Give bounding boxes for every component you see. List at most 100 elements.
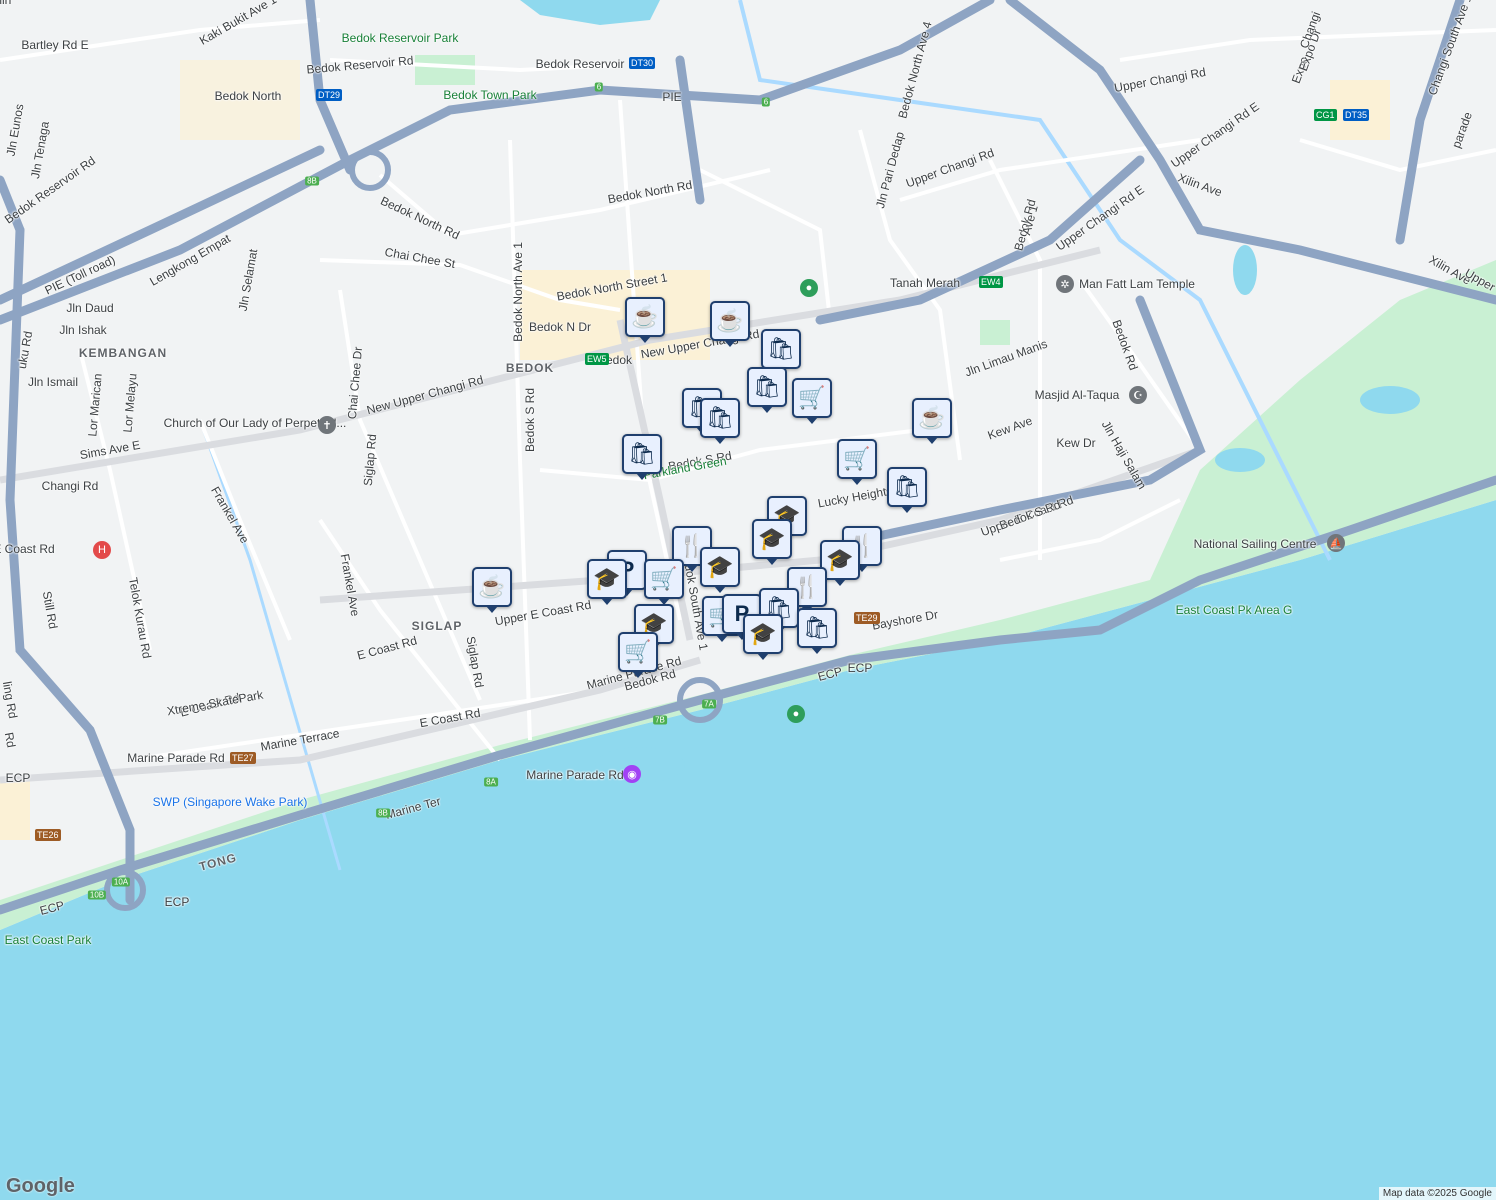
map-attribution[interactable]: Map data ©2025 Google <box>1378 1187 1496 1200</box>
hospital-icon[interactable]: H <box>93 541 111 559</box>
map-label: Changi Rd <box>41 479 99 493</box>
shopping-bag-icon: 🛍 <box>803 615 831 640</box>
map-label: PIE <box>662 90 682 104</box>
cafe-marker[interactable]: ☕ <box>472 567 512 613</box>
shopping-bag-icon: 🛍 <box>628 441 656 466</box>
park-icon[interactable]: ● <box>800 279 818 297</box>
expressway-exit-badge: 8A <box>484 777 498 787</box>
station-code-badge[interactable]: CG1 <box>1314 109 1337 121</box>
map-label: Masjid Al-Taqua <box>1034 388 1120 402</box>
map-label: Jln Daud <box>66 301 114 315</box>
map-label: KEMBANGAN <box>78 346 168 360</box>
mosque-icon[interactable]: ☪ <box>1129 386 1147 404</box>
map-label: SIGLAP <box>411 619 463 633</box>
map-label: Marine Parade Rd <box>127 751 225 765</box>
school-icon: 🎓 <box>826 547 854 572</box>
station-code-badge[interactable]: DT35 <box>1343 109 1370 121</box>
map-label: ECP <box>164 895 190 909</box>
map-label: East Coast Park <box>4 933 92 947</box>
map-label: Jln Ismail <box>27 375 79 389</box>
station-code-badge[interactable]: DT29 <box>316 89 343 101</box>
station-code-badge[interactable]: TE26 <box>35 829 61 841</box>
school-icon: 🎓 <box>749 621 777 646</box>
map-label: Man Fatt Lam Temple <box>1079 277 1195 291</box>
map-label: Bedok North Ave 1 <box>511 242 525 342</box>
cafe-icon: ☕ <box>631 304 659 329</box>
cafe-marker[interactable]: ☕ <box>625 297 665 343</box>
sailing-icon[interactable]: ⛵ <box>1327 534 1345 552</box>
shopping-bag-icon: 🛍 <box>893 474 921 499</box>
school-marker[interactable]: 🎓 <box>587 559 627 605</box>
map-canvas[interactable]: Bartley Rd E Kaki Bukit Ave 1 Bedok Reserv… <box>0 0 1496 1200</box>
expressway-exit-badge: 10B <box>87 890 107 900</box>
shopping-cart-icon: 🛒 <box>624 639 652 664</box>
map-label: ECP <box>847 661 873 675</box>
map-label: Bedok S Rd <box>523 387 537 453</box>
google-logo: Google <box>6 1175 75 1197</box>
map-label: Bedok Reservoir <box>535 57 625 71</box>
map-label: National Sailing Centre <box>1193 537 1317 551</box>
cafe-marker[interactable]: ☕ <box>710 301 750 347</box>
map-label: Rd <box>1 731 19 749</box>
map-label: ECP <box>5 771 31 785</box>
shopping-bag-icon: 🛍 <box>706 405 734 430</box>
school-icon: 🎓 <box>593 566 621 591</box>
shopping-cart-marker[interactable]: 🛒 <box>644 559 684 605</box>
school-marker[interactable]: 🎓 <box>743 614 783 660</box>
map-label: East Coast Pk Area G <box>1175 603 1293 617</box>
school-icon: 🎓 <box>758 526 786 551</box>
temple-icon[interactable]: ✲ <box>1056 275 1074 293</box>
expressway-exit-badge: 8B <box>305 176 319 186</box>
expressway-exit-badge: 7B <box>653 715 667 725</box>
map-label: SWP (Singapore Wake Park) <box>152 795 308 809</box>
school-marker[interactable]: 🎓 <box>700 547 740 593</box>
shopping-cart-icon: 🛒 <box>650 566 678 591</box>
map-label: BEDOK <box>505 361 555 375</box>
cafe-icon: ☕ <box>478 574 506 599</box>
cafe-icon: ☕ <box>918 405 946 430</box>
expressway-exit-badge: 6 <box>594 82 604 92</box>
station-code-badge[interactable]: EW5 <box>585 353 609 365</box>
map-label: Jln Ishak <box>59 323 107 337</box>
shopping-bag-marker[interactable]: 🛍 <box>797 608 837 654</box>
map-label: Bedok Town Park <box>443 88 537 102</box>
expressway-exit-badge: 10A <box>111 877 131 887</box>
pie-expressway <box>0 0 995 325</box>
map-label: Bedok Reservoir Park <box>341 31 459 45</box>
shopping-cart-marker[interactable]: 🛒 <box>837 439 877 485</box>
shopping-cart-marker[interactable]: 🛒 <box>792 378 832 424</box>
shopping-cart-marker[interactable]: 🛒 <box>618 632 658 678</box>
shopping-bag-marker[interactable]: 🛍 <box>700 398 740 444</box>
school-marker[interactable]: 🎓 <box>752 519 792 565</box>
map-label: Bartley Rd E <box>21 38 89 52</box>
cafe-marker[interactable]: ☕ <box>912 398 952 444</box>
shopping-bag-icon: 🛍 <box>767 336 795 361</box>
park-icon[interactable]: ● <box>787 705 805 723</box>
shopping-bag-marker[interactable]: 🛍 <box>622 434 662 480</box>
map-label: Xilin <box>0 0 12 7</box>
cafe-icon: ☕ <box>716 308 744 333</box>
reservoir <box>520 0 660 25</box>
shopping-bag-icon: 🛍 <box>753 374 781 399</box>
cross-icon[interactable]: ✝ <box>318 416 336 434</box>
shopping-bag-marker[interactable]: 🛍 <box>761 329 801 375</box>
map-label: Bedok North <box>214 89 282 103</box>
shopping-cart-icon: 🛒 <box>843 446 871 471</box>
station-code-badge[interactable]: DT30 <box>629 57 656 69</box>
map-label: Upper E Coast Rd <box>0 542 55 556</box>
shopping-bag-marker[interactable]: 🛍 <box>747 367 787 413</box>
map-label: Kew Dr <box>1056 436 1096 450</box>
map-label: Tanah Merah <box>889 276 961 290</box>
station-code-badge[interactable]: TE29 <box>854 612 880 624</box>
expressway-exit-badge: 8B <box>376 808 390 818</box>
shopping-bag-marker[interactable]: 🛍 <box>887 467 927 513</box>
wake-park-icon[interactable]: ◉ <box>623 765 641 783</box>
map-label: Bedok N Dr <box>528 320 592 334</box>
school-icon: 🎓 <box>706 554 734 579</box>
expressway-exit-badge: 7A <box>702 699 716 709</box>
station-code-badge[interactable]: EW4 <box>979 276 1003 288</box>
shopping-cart-icon: 🛒 <box>798 385 826 410</box>
expressway-exit-badge: 6 <box>761 97 771 107</box>
station-code-badge[interactable]: TE27 <box>230 752 256 764</box>
map-label: Marine Parade Rd <box>526 768 624 782</box>
